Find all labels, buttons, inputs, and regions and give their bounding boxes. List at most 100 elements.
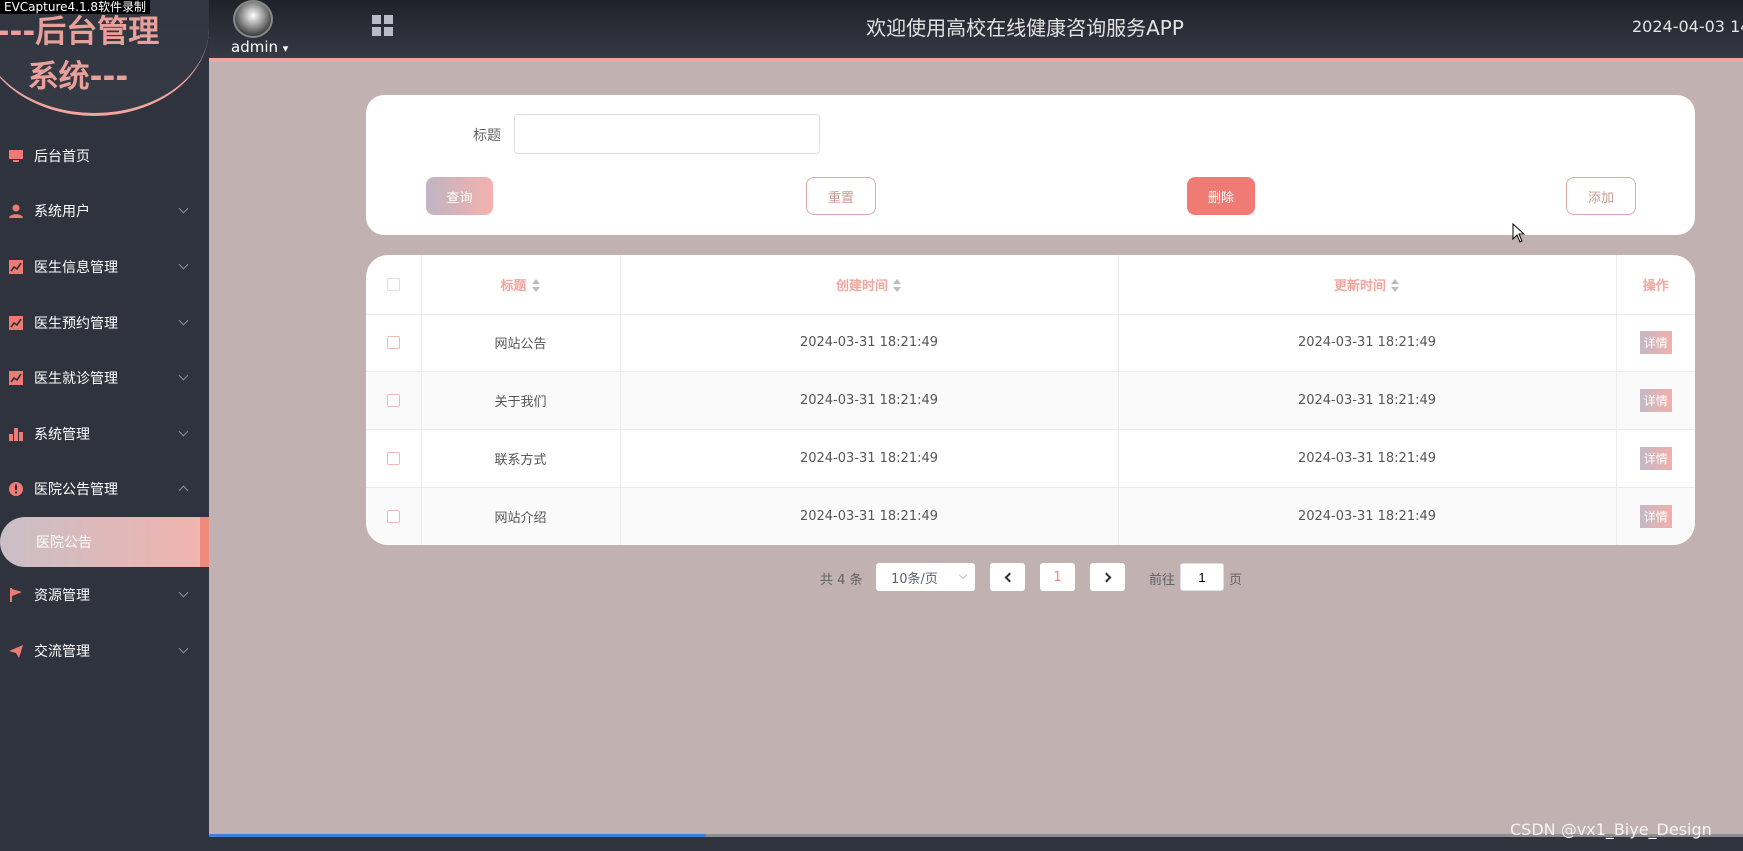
sidebar-item-doctor-visit[interactable]: 医生就诊管理 — [0, 350, 209, 406]
csdn-watermark: CSDN @vx1_Biye_Design — [1510, 820, 1712, 839]
sidebar-item-communication[interactable]: 交流管理 — [0, 623, 209, 679]
page-size-select[interactable]: 10条/页 — [876, 563, 975, 591]
cell-title: 关于我们 — [421, 371, 621, 430]
chevron-down-icon — [178, 370, 189, 381]
goto-page-input[interactable] — [1180, 563, 1224, 591]
logo: ---后台管理 系统--- — [0, 0, 209, 116]
chevron-right-icon — [1101, 572, 1111, 582]
goto-label: 前往 — [1149, 573, 1176, 588]
chevron-down-icon — [178, 315, 189, 326]
sidebar-item-hospital-notice[interactable]: 医院公告管理 — [0, 462, 209, 518]
sidebar-item-label: 医生就诊管理 — [34, 371, 118, 388]
cell-title: 联系方式 — [421, 429, 621, 488]
chevron-down-icon — [958, 570, 968, 580]
detail-button[interactable]: 详情 — [1639, 331, 1672, 355]
chevron-down-icon — [178, 426, 189, 437]
prev-page-button[interactable] — [990, 563, 1025, 591]
recorder-label: EVCapture4.1.8软件录制 — [0, 0, 151, 14]
sidebar-item-doctor-appointment[interactable]: 医生预约管理 — [0, 295, 209, 351]
chevron-up-icon — [178, 485, 189, 496]
sidebar-menu: 后台首页 系统用户 医生信息管理 医生预约管理 医生就诊管理 系统管理 医院公告… — [0, 128, 209, 678]
detail-button[interactable]: 详情 — [1639, 504, 1672, 528]
chevron-down-icon: ▾ — [282, 42, 289, 55]
reset-button[interactable]: 重置 — [806, 177, 876, 215]
detail-button[interactable]: 详情 — [1639, 389, 1672, 413]
cell-updated: 2024-03-31 18:21:49 — [1118, 314, 1617, 373]
chart-line-icon — [8, 315, 24, 331]
sort-icon[interactable] — [1390, 279, 1400, 293]
sidebar-item-home[interactable]: 后台首页 — [0, 128, 209, 184]
title-label: 标题 — [473, 128, 501, 144]
select-all-cell — [366, 255, 422, 315]
sidebar-item-label: 系统用户 — [34, 204, 90, 221]
user-name: admin — [231, 38, 278, 56]
cell-updated: 2024-03-31 18:21:49 — [1118, 371, 1617, 430]
row-checkbox[interactable] — [386, 394, 400, 408]
apps-grid-icon[interactable] — [372, 15, 393, 36]
monitor-icon — [8, 148, 24, 164]
bottom-band — [0, 837, 1743, 851]
notice-table: 标题 创建时间 更新时间 操作 网站公告 2024-03-31 18:21:49… — [366, 255, 1695, 545]
query-button[interactable]: 查询 — [426, 177, 493, 215]
column-header-title[interactable]: 标题 — [421, 255, 621, 315]
table-row: 联系方式 2024-03-31 18:21:49 2024-03-31 18:2… — [366, 429, 1695, 488]
sidebar-subitem-notice[interactable]: 医院公告 — [0, 517, 209, 568]
title-search-input[interactable] — [514, 114, 820, 154]
cell-updated: 2024-03-31 18:21:49 — [1118, 487, 1617, 545]
user-menu[interactable]: admin ▾ — [231, 38, 288, 56]
datetime: 2024-04-03 14:3 — [1632, 17, 1743, 36]
table-row: 关于我们 2024-03-31 18:21:49 2024-03-31 18:2… — [366, 371, 1695, 430]
table-header-row: 标题 创建时间 更新时间 操作 — [366, 255, 1695, 315]
row-checkbox[interactable] — [386, 336, 400, 350]
cell-updated: 2024-03-31 18:21:49 — [1118, 429, 1617, 488]
user-icon — [8, 203, 24, 219]
chevron-down-icon — [178, 643, 189, 653]
sidebar-item-system-management[interactable]: 系统管理 — [0, 406, 209, 462]
sidebar-item-label: 资源管理 — [34, 587, 90, 604]
avatar[interactable] — [233, 0, 273, 38]
table-row: 网站公告 2024-03-31 18:21:49 2024-03-31 18:2… — [366, 314, 1695, 373]
table-row: 网站介绍 2024-03-31 18:21:49 2024-03-31 18:2… — [366, 487, 1695, 545]
page-number[interactable]: 1 — [1040, 563, 1075, 591]
chart-line-icon — [8, 370, 24, 386]
add-button[interactable]: 添加 — [1566, 177, 1636, 215]
row-checkbox[interactable] — [386, 509, 400, 523]
goto-unit: 页 — [1229, 573, 1243, 588]
column-header-created[interactable]: 创建时间 — [620, 255, 1119, 315]
search-panel: 标题 查询 重置 删除 添加 — [366, 95, 1695, 235]
chevron-left-icon — [1004, 572, 1014, 582]
sidebar-subitem-label: 医院公告 — [36, 535, 92, 552]
cell-created: 2024-03-31 18:21:49 — [620, 314, 1119, 373]
page-size-value: 10条/页 — [891, 571, 938, 587]
mouse-cursor-icon — [1512, 223, 1526, 243]
sort-icon[interactable] — [892, 279, 902, 293]
sidebar-item-doctor-info[interactable]: 医生信息管理 — [0, 239, 209, 295]
sidebar-item-label: 医生信息管理 — [34, 259, 118, 276]
chevron-down-icon — [178, 587, 189, 598]
row-checkbox[interactable] — [386, 451, 400, 465]
detail-button[interactable]: 详情 — [1639, 446, 1672, 470]
sidebar-item-label: 医生预约管理 — [34, 315, 118, 332]
sidebar-item-label: 后台首页 — [34, 148, 90, 165]
top-bar: admin ▾ 欢迎使用高校在线健康咨询服务APP 2024-04-03 14:… — [0, 0, 1743, 62]
sort-icon[interactable] — [531, 279, 541, 293]
sidebar-item-label: 交流管理 — [34, 643, 90, 660]
logo-line-1: ---后台管理 — [0, 14, 160, 50]
column-header-updated[interactable]: 更新时间 — [1118, 255, 1617, 315]
bar-chart-icon — [8, 426, 24, 442]
info-icon — [8, 481, 24, 497]
sidebar-item-system-users[interactable]: 系统用户 — [0, 184, 209, 240]
logo-line-2: 系统--- — [27, 59, 129, 95]
cell-created: 2024-03-31 18:21:49 — [620, 371, 1119, 430]
select-all-checkbox[interactable] — [386, 277, 400, 291]
next-page-button[interactable] — [1090, 563, 1125, 591]
sidebar: ---后台管理 系统--- 后台首页 系统用户 医生信息管理 医生预约管理 医生… — [0, 0, 209, 851]
total-count: 共 4 条 — [820, 573, 863, 588]
chevron-down-icon — [178, 203, 189, 214]
chart-line-icon — [8, 259, 24, 275]
chevron-down-icon — [178, 259, 189, 270]
sidebar-item-resources[interactable]: 资源管理 — [0, 567, 209, 623]
cell-created: 2024-03-31 18:21:49 — [620, 429, 1119, 488]
send-icon — [8, 643, 24, 659]
delete-button[interactable]: 删除 — [1187, 177, 1255, 215]
